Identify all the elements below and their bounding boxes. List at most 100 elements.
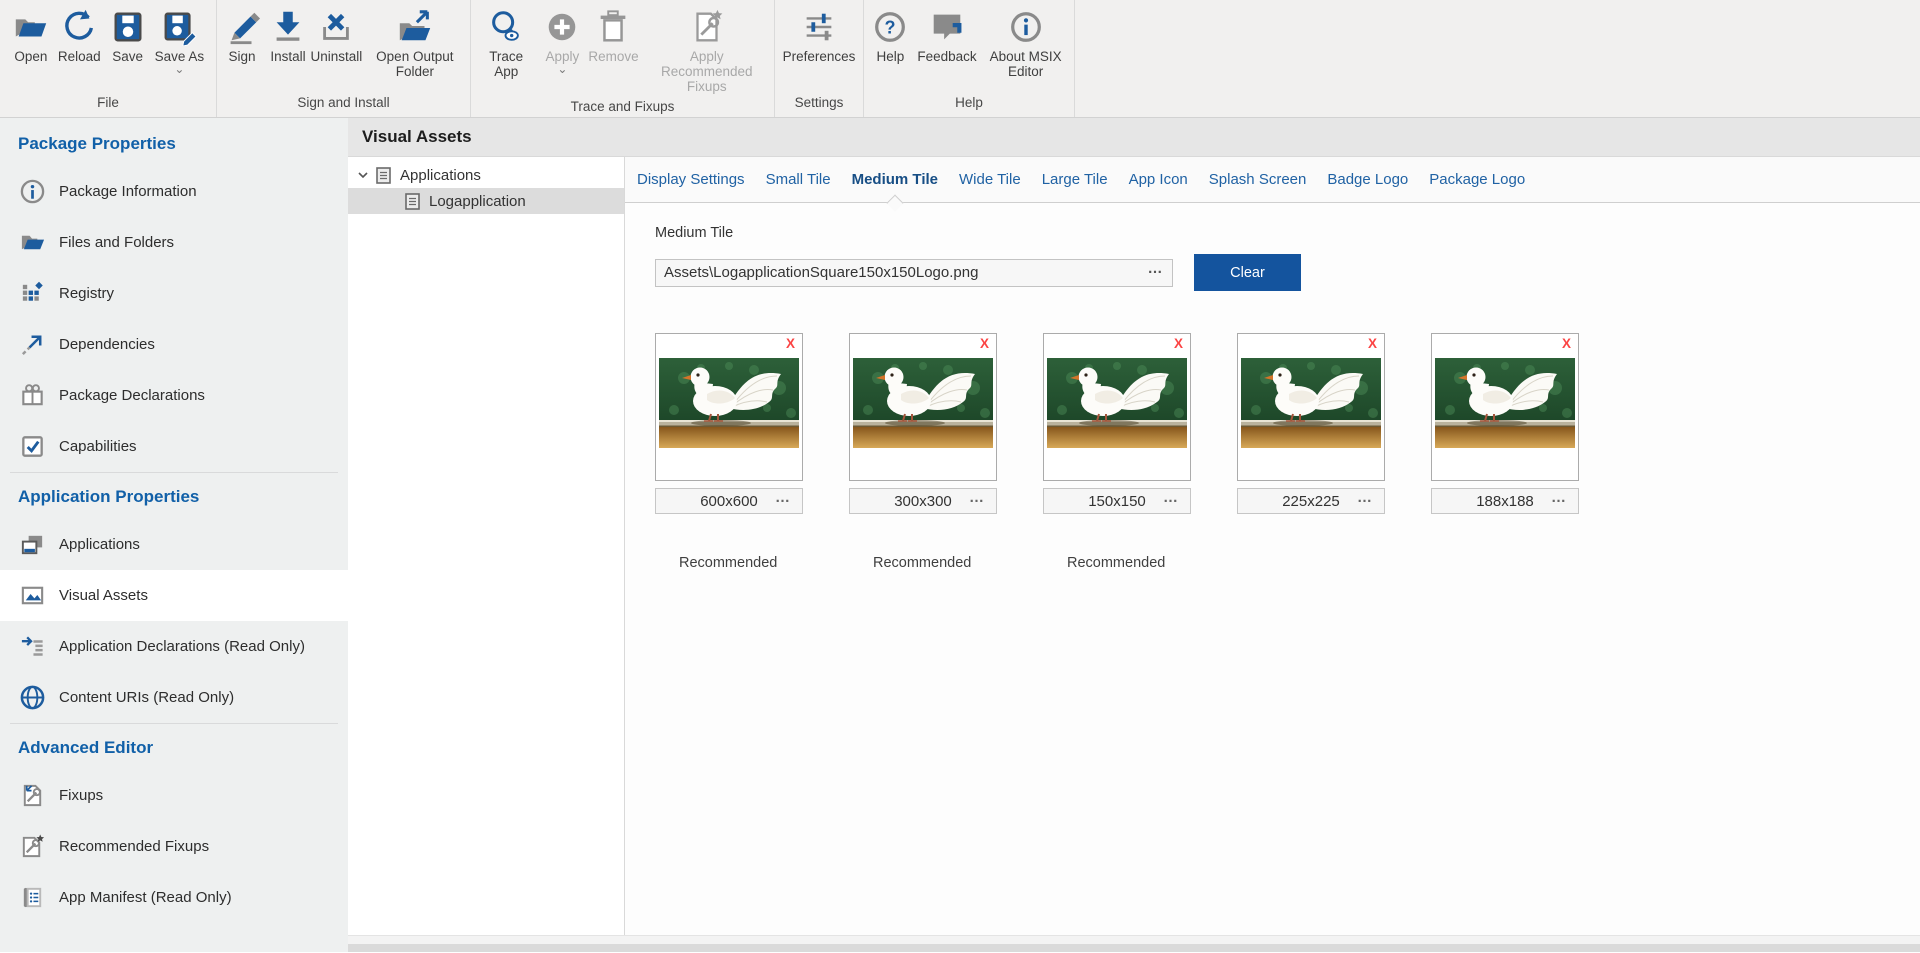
sidebar-item-files-and-folders[interactable]: Files and Folders — [0, 217, 348, 268]
uninstall-button[interactable]: Uninstall — [313, 5, 360, 64]
tab-label: Medium Tile — [852, 171, 938, 188]
apply-plus-icon — [543, 8, 581, 46]
folder-icon — [19, 229, 46, 256]
thumbnail-card: X — [1237, 333, 1385, 481]
tab-wide-tile[interactable]: Wide Tile — [959, 157, 1021, 202]
sidebar-item-applications[interactable]: Applications — [0, 519, 348, 570]
browse-button[interactable]: … — [1138, 262, 1172, 276]
fixups-icon — [19, 782, 46, 809]
reload-button[interactable]: Reload — [56, 5, 103, 64]
about-msix-editor-button[interactable]: About MSIX Editor — [983, 5, 1069, 79]
tree-node-applications[interactable]: Applications — [348, 162, 624, 188]
sidebar-item-label: Application Declarations (Read Only) — [59, 638, 305, 655]
sidebar-item-visual-assets[interactable]: Visual Assets — [0, 570, 348, 621]
thumbnail-column-188: X 188x188 … — [1431, 333, 1579, 571]
dove-preview-image — [1435, 358, 1575, 448]
remove-label: Remove — [588, 49, 638, 64]
clear-button[interactable]: Clear — [1194, 254, 1301, 291]
install-button[interactable]: Install — [267, 5, 309, 64]
size-button-150[interactable]: 150x150 … — [1043, 488, 1191, 514]
install-label: Install — [270, 49, 305, 64]
help-icon: ? — [871, 8, 909, 46]
chevron-down-icon: ⌄ — [557, 65, 567, 74]
tab-app-icon[interactable]: App Icon — [1129, 157, 1188, 202]
tree-node-logapplication[interactable]: Logapplication — [348, 188, 624, 214]
help-button[interactable]: ? Help — [869, 5, 911, 64]
horizontal-scrollbar-thumb[interactable] — [348, 944, 1920, 952]
thumbnail-card: X — [1043, 333, 1191, 481]
sidebar-item-registry[interactable]: Registry — [0, 268, 348, 319]
size-button-600[interactable]: 600x600 … — [655, 488, 803, 514]
size-label: 225x225 — [1282, 493, 1340, 510]
install-arrow-icon — [269, 8, 307, 46]
trace-app-label: Trace App — [477, 49, 535, 79]
feedback-label: Feedback — [917, 49, 976, 64]
document-icon — [376, 167, 391, 184]
size-button-188[interactable]: 188x188 … — [1431, 488, 1579, 514]
sidebar-item-fixups[interactable]: Fixups — [0, 770, 348, 821]
sidebar-item-label: Visual Assets — [59, 587, 148, 604]
tab-large-tile[interactable]: Large Tile — [1042, 157, 1108, 202]
chevron-down-icon[interactable]: ⌄ — [174, 65, 184, 74]
sidebar-item-capabilities[interactable]: Capabilities — [0, 421, 348, 472]
feedback-button[interactable]: Feedback — [915, 5, 978, 64]
sidebar-item-label: Fixups — [59, 787, 103, 804]
tab-package-logo[interactable]: Package Logo — [1429, 157, 1525, 202]
save-icon — [109, 8, 147, 46]
tab-small-tile[interactable]: Small Tile — [766, 157, 831, 202]
remove-asset-icon[interactable]: X — [1368, 336, 1377, 351]
sign-button[interactable]: Sign — [221, 5, 263, 64]
sidebar-item-recommended-fixups[interactable]: Recommended Fixups — [0, 821, 348, 872]
sidebar-item-package-declarations[interactable]: Package Declarations — [0, 370, 348, 421]
horizontal-scrollbar[interactable] — [348, 935, 1920, 952]
dove-preview-image — [1047, 358, 1187, 448]
trace-app-button[interactable]: Trace App — [475, 5, 537, 79]
size-button-300[interactable]: 300x300 … — [849, 488, 997, 514]
more-options-icon[interactable]: … — [969, 489, 984, 506]
tab-splash-screen[interactable]: Splash Screen — [1209, 157, 1307, 202]
toolbar-empty-space — [1075, 0, 1920, 117]
thumbnail-card: X — [655, 333, 803, 481]
sidebar-item-app-manifest[interactable]: App Manifest (Read Only) — [0, 872, 348, 923]
applications-tree: Applications Logapplication — [348, 157, 625, 935]
remove-asset-icon[interactable]: X — [980, 336, 989, 351]
toolbar-group-label-sign-and-install: Sign and Install — [221, 90, 466, 117]
sidebar-item-application-declarations[interactable]: Application Declarations (Read Only) — [0, 621, 348, 672]
sidebar-divider — [10, 723, 338, 724]
thumbnail-column-300: X 300x300 … Recommended — [849, 333, 997, 571]
save-as-button[interactable]: Save As ⌄ — [153, 5, 207, 74]
medium-tile-label: Medium Tile — [655, 225, 1920, 241]
thumbnail-card: X — [849, 333, 997, 481]
recommended-label: Recommended — [1043, 555, 1191, 571]
more-options-icon[interactable]: … — [1357, 489, 1372, 506]
checkbox-icon — [19, 433, 46, 460]
save-button[interactable]: Save — [107, 5, 149, 64]
sidebar-item-dependencies[interactable]: Dependencies — [0, 319, 348, 370]
tab-medium-tile[interactable]: Medium Tile — [852, 157, 938, 202]
uninstall-icon — [317, 8, 355, 46]
more-options-icon[interactable]: … — [1163, 489, 1178, 506]
applications-windows-icon — [19, 531, 46, 558]
more-options-icon[interactable]: … — [1551, 489, 1566, 506]
medium-tile-panel: Medium Tile … Clear X — [625, 203, 1920, 935]
size-label: 600x600 — [700, 493, 758, 510]
size-label: 300x300 — [894, 493, 952, 510]
open-output-folder-button[interactable]: Open Output Folder — [364, 5, 466, 79]
tab-display-settings[interactable]: Display Settings — [637, 157, 745, 202]
more-options-icon[interactable]: … — [775, 489, 790, 506]
sidebar-item-package-information[interactable]: Package Information — [0, 166, 348, 217]
size-button-225[interactable]: 225x225 … — [1237, 488, 1385, 514]
sidebar-item-content-uris[interactable]: Content URIs (Read Only) — [0, 672, 348, 723]
preferences-button[interactable]: Preferences — [781, 5, 858, 64]
chevron-down-icon[interactable] — [357, 169, 369, 181]
toolbar-group-label-file: File — [4, 90, 212, 117]
sidebar-item-label: App Manifest (Read Only) — [59, 889, 232, 906]
tab-badge-logo[interactable]: Badge Logo — [1327, 157, 1408, 202]
remove-asset-icon[interactable]: X — [1562, 336, 1571, 351]
remove-asset-icon[interactable]: X — [786, 336, 795, 351]
sidebar-item-label: Capabilities — [59, 438, 137, 455]
asset-path-input[interactable] — [656, 264, 1138, 281]
reload-label: Reload — [58, 49, 101, 64]
open-button[interactable]: Open — [10, 5, 52, 64]
remove-asset-icon[interactable]: X — [1174, 336, 1183, 351]
